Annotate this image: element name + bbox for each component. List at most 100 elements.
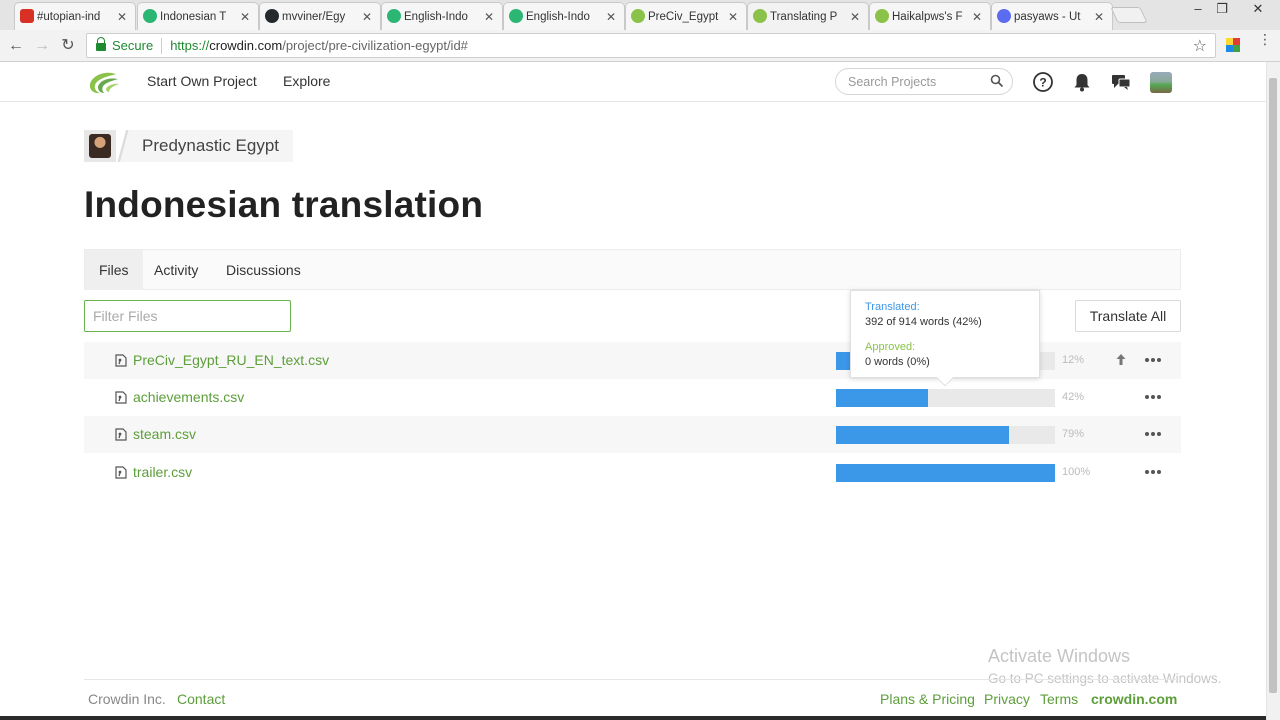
site-footer: Crowdin Inc. Contact Plans & Pricing Pri… (84, 679, 1181, 720)
url-text: https://crowdin.com/project/pre-civiliza… (170, 38, 468, 53)
browser-tab[interactable]: #utopian-ind ✕ (14, 2, 136, 30)
bookmark-star-icon[interactable]: ☆ (1193, 36, 1207, 56)
translate-all-button[interactable]: Translate All (1075, 300, 1181, 332)
file-name-link[interactable]: trailer.csv (133, 464, 192, 480)
browser-tab-strip: #utopian-ind ✕ Indonesian T ✕ mvviner/Eg… (0, 0, 1280, 30)
progress-percent: 100% (1062, 466, 1091, 478)
browser-tab[interactable]: Indonesian T ✕ (137, 2, 259, 30)
tab-close-icon[interactable]: ✕ (848, 10, 862, 24)
notifications-bell-icon[interactable] (1071, 71, 1093, 93)
browser-tab-title: Haikalpws's F (892, 10, 963, 23)
project-owner-avatar[interactable] (84, 130, 116, 162)
back-arrow-icon[interactable]: ← (6, 36, 26, 56)
tab-files[interactable]: Files (85, 250, 143, 290)
footer-crowdin-link[interactable]: crowdin.com (1091, 691, 1177, 707)
tooltip-approved-value: 0 words (0%) (865, 356, 930, 368)
file-row: achievements.csv 42% (84, 379, 1181, 416)
tab-close-icon[interactable]: ✕ (726, 10, 740, 24)
progress-bar[interactable] (836, 389, 1055, 407)
tab-favicon-icon (509, 9, 523, 23)
content-tabs: Files Activity Discussions (84, 249, 1181, 290)
tab-favicon-icon (265, 9, 279, 23)
url-input[interactable]: Secure https://crowdin.com/project/pre-c… (86, 33, 1216, 58)
url-scheme: https:// (170, 38, 210, 53)
browser-tab[interactable]: mvviner/Egy ✕ (259, 2, 381, 30)
breadcrumb-project-link[interactable]: Predynastic Egypt (130, 136, 293, 156)
more-options-icon[interactable] (1145, 358, 1161, 364)
breadcrumb: Predynastic Egypt (84, 130, 294, 162)
footer-company: Crowdin Inc. (88, 691, 166, 707)
browser-tab[interactable]: English-Indo ✕ (381, 2, 503, 30)
browser-tab[interactable]: PreCiv_Egypt ✕ (625, 2, 747, 30)
nav-start-own-project[interactable]: Start Own Project (147, 73, 257, 89)
svg-text:?: ? (1039, 76, 1046, 90)
browser-tab-title: mvviner/Egy (282, 10, 346, 23)
search-projects-input[interactable]: Search Projects (835, 68, 1013, 95)
search-icon[interactable] (990, 74, 1004, 88)
extension-icon[interactable] (1226, 38, 1240, 52)
progress-bar[interactable] (836, 464, 1055, 482)
secure-label: Secure (112, 38, 154, 53)
tab-favicon-icon (387, 9, 401, 23)
forward-arrow-icon[interactable]: → (32, 36, 52, 56)
progress-percent: 12% (1062, 354, 1085, 366)
file-name-link[interactable]: PreCiv_Egypt_RU_EN_text.csv (133, 352, 329, 368)
tooltip-approved-label: Approved: (865, 341, 916, 353)
user-avatar[interactable] (1150, 72, 1172, 93)
browser-tab-title: #utopian-ind (37, 10, 101, 23)
file-name-link[interactable]: achievements.csv (133, 389, 244, 405)
more-options-icon[interactable] (1145, 470, 1161, 476)
nav-explore[interactable]: Explore (283, 73, 330, 89)
address-bar: ← → ↻ Secure https://crowdin.com/project… (0, 30, 1280, 62)
tab-close-icon[interactable]: ✕ (482, 10, 496, 24)
progress-fill (836, 464, 1055, 482)
footer-plans-link[interactable]: Plans & Pricing (880, 691, 975, 707)
search-placeholder: Search Projects (848, 75, 937, 89)
window-close-icon[interactable]: ✕ (1236, 0, 1280, 20)
footer-terms-link[interactable]: Terms (1040, 691, 1078, 707)
messages-icon[interactable] (1110, 71, 1132, 93)
file-icon (115, 391, 127, 404)
tooltip-translated-value: 392 of 914 words (42%) (865, 316, 982, 328)
tab-close-icon[interactable]: ✕ (115, 10, 129, 24)
upload-arrow-icon[interactable] (1115, 352, 1127, 368)
tab-close-icon[interactable]: ✕ (360, 10, 374, 24)
browser-tab[interactable]: English-Indo ✕ (503, 2, 625, 30)
browser-tab-active[interactable]: Translating P ✕ (747, 2, 869, 30)
progress-bar[interactable] (836, 426, 1055, 444)
browser-tab[interactable]: Haikalpws's F ✕ (869, 2, 991, 30)
file-row: trailer.csv 100% (84, 454, 1181, 491)
maximize-icon[interactable]: ❐ (1208, 0, 1236, 20)
tab-favicon-icon (753, 9, 767, 23)
reload-icon[interactable]: ↻ (58, 36, 78, 56)
chrome-menu-icon[interactable]: ⋮ (1258, 32, 1272, 46)
progress-fill (836, 389, 928, 407)
url-separator (161, 37, 163, 54)
file-row: steam.csv 79% (84, 416, 1181, 453)
browser-tab-title: PreCiv_Egypt (648, 10, 719, 23)
tab-favicon-icon (631, 9, 645, 23)
tab-close-icon[interactable]: ✕ (1092, 10, 1106, 24)
footer-privacy-link[interactable]: Privacy (984, 691, 1030, 707)
tab-close-icon[interactable]: ✕ (970, 10, 984, 24)
crowdin-logo-icon[interactable] (86, 68, 120, 96)
more-options-icon[interactable] (1145, 432, 1161, 438)
file-icon (115, 428, 127, 441)
tab-close-icon[interactable]: ✕ (604, 10, 618, 24)
file-icon (115, 354, 127, 367)
filter-placeholder: Filter Files (93, 308, 158, 324)
file-name-link[interactable]: steam.csv (133, 426, 196, 442)
file-icon (115, 466, 127, 479)
tab-discussions[interactable]: Discussions (212, 250, 315, 290)
filter-files-input[interactable]: Filter Files (84, 300, 291, 332)
footer-contact-link[interactable]: Contact (177, 691, 225, 707)
tab-activity[interactable]: Activity (140, 250, 212, 290)
help-icon[interactable]: ? (1032, 71, 1054, 93)
watermark-title: Activate Windows (988, 646, 1131, 666)
browser-tab[interactable]: pasyaws - Ut ✕ (991, 2, 1113, 30)
scrollbar-thumb[interactable] (1269, 78, 1277, 693)
new-tab-button[interactable] (1110, 7, 1148, 23)
more-options-icon[interactable] (1145, 395, 1161, 401)
lock-icon (96, 37, 106, 51)
tab-close-icon[interactable]: ✕ (238, 10, 252, 24)
